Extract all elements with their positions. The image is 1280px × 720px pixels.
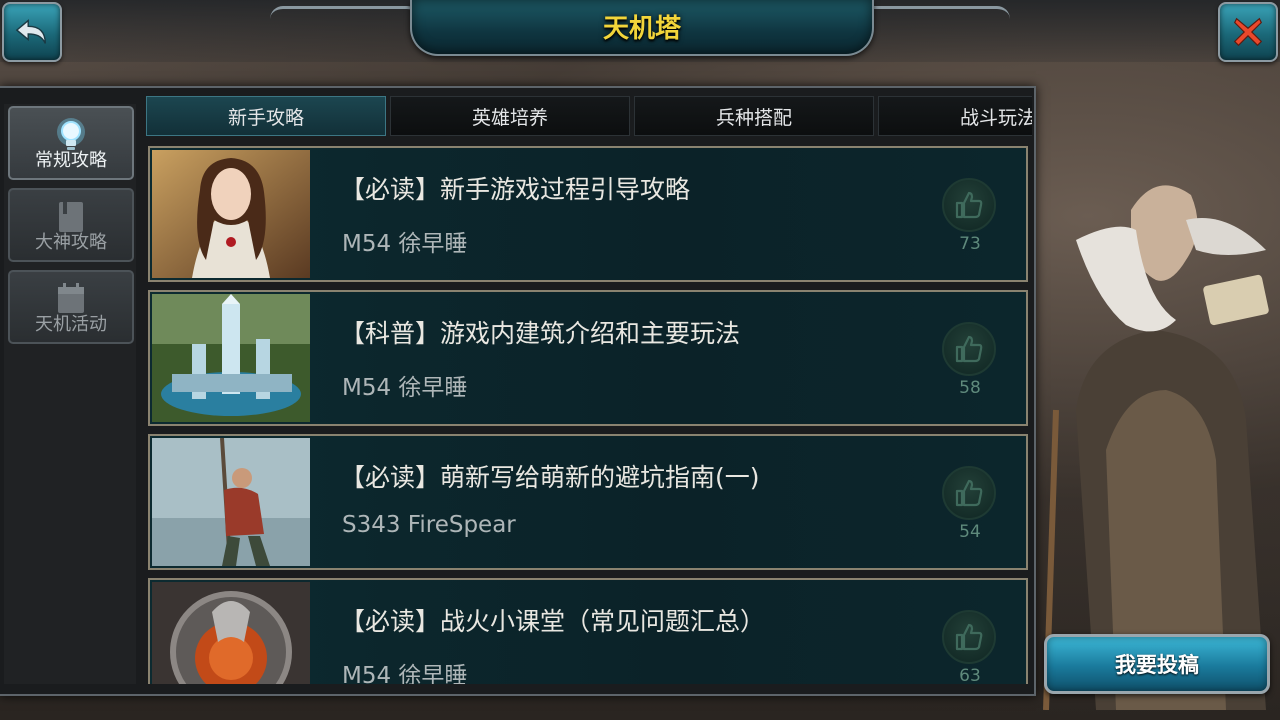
like-count: 58 [959,378,981,398]
tab-troop-combo[interactable]: 兵种搭配 [634,96,874,136]
article-author: M54 徐早睡 [342,231,468,257]
list-item[interactable]: 【必读】战火小课堂（常见问题汇总） M54 徐早睡 63 [148,578,1028,684]
crystal-castle [152,294,310,422]
calendar-icon [58,283,84,313]
close-button[interactable] [1218,2,1278,62]
article-author: S343 FireSpear [342,512,516,538]
page-title: 天机塔 [602,14,681,44]
like-count: 73 [959,234,981,254]
like-button[interactable] [942,610,996,664]
dragon-emblem [152,582,310,684]
back-arrow-icon [15,19,47,44]
article-list: 【必读】新手游戏过程引导攻略 M54 徐早睡 73 【科普】游戏内建筑介绍和主要… [146,142,1032,684]
like-button[interactable] [942,466,996,520]
title-ornament-left [270,6,420,19]
article-title: 【必读】战火小课堂（常见问题汇总） [340,607,766,636]
article-thumbnail [152,438,310,566]
article-author: M54 徐早睡 [342,663,468,684]
thumbs-up-icon [955,191,983,219]
book-icon [59,202,83,232]
sidebar-item-events[interactable]: 天机活动 [8,270,134,344]
article-thumbnail [152,294,310,422]
thumbs-up-icon [955,335,983,363]
article-thumbnail [152,582,310,684]
sidebar: 常规攻略 大神攻略 天机活动 [4,104,136,684]
like-count: 63 [959,666,981,684]
tab-hero-training[interactable]: 英雄培养 [390,96,630,136]
like-count: 54 [959,522,981,542]
article-title: 【必读】萌新写给萌新的避坑指南(一) [340,463,760,492]
close-x-icon [1233,17,1263,47]
article-title: 【科普】游戏内建筑介绍和主要玩法 [340,319,741,348]
warrior-with-halberd [152,438,310,566]
lightbulb-icon [57,118,85,150]
female-hero-portrait [152,150,310,278]
title-ornament-right [860,6,1010,19]
list-item[interactable]: 【必读】新手游戏过程引导攻略 M54 徐早睡 73 [148,146,1028,282]
like-button[interactable] [942,322,996,376]
list-item[interactable]: 【科普】游戏内建筑介绍和主要玩法 M54 徐早睡 58 [148,290,1028,426]
article-thumbnail [152,150,310,278]
submit-article-button[interactable]: 我要投稿 [1044,634,1270,694]
thumbs-up-icon [955,479,983,507]
list-item[interactable]: 【必读】萌新写给萌新的避坑指南(一) S343 FireSpear 54 [148,434,1028,570]
title-plate: 天机塔 [410,0,874,56]
sidebar-item-general-guides[interactable]: 常规攻略 [8,106,134,180]
wizard-character-art [1043,185,1269,710]
back-button[interactable] [2,2,62,62]
sidebar-item-expert-guides[interactable]: 大神攻略 [8,188,134,262]
like-button[interactable] [942,178,996,232]
article-author: M54 徐早睡 [342,375,468,401]
tab-beginner[interactable]: 新手攻略 [146,96,386,136]
article-title: 【必读】新手游戏过程引导攻略 [340,175,691,204]
tab-combat-gameplay[interactable]: 战斗玩法 [878,96,1032,136]
category-tabs: 新手攻略 英雄培养 兵种搭配 战斗玩法 [146,96,1032,138]
thumbs-up-icon [955,623,983,651]
